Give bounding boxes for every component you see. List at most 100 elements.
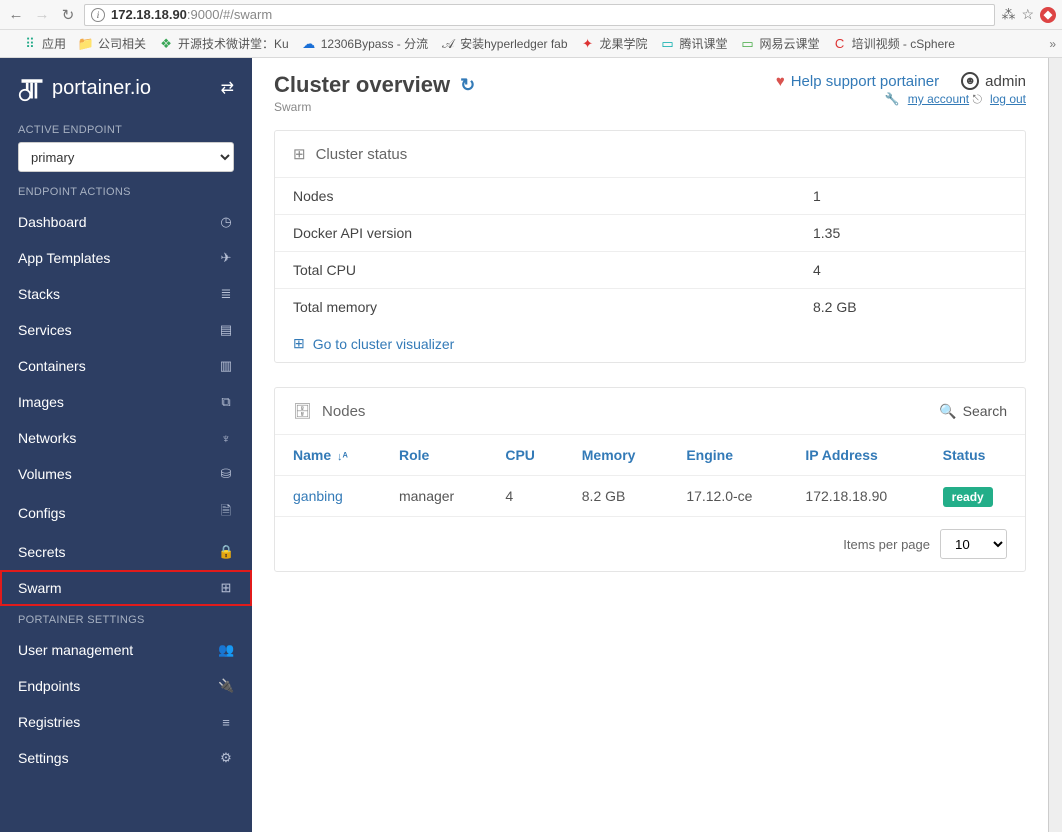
cluster-visualizer-link[interactable]: ⊞ Go to cluster visualizer xyxy=(293,335,1007,352)
forward-button[interactable]: → xyxy=(32,5,52,25)
url-text: 172.18.18.90:9000/#/swarm xyxy=(111,7,272,22)
bookmark-item[interactable]: ▭腾讯课堂 xyxy=(656,33,732,54)
pager-label: Items per page xyxy=(843,537,930,552)
nodes-header: 🗄 Nodes 🔍 Search xyxy=(275,388,1025,435)
translate-icon[interactable]: ⁂ xyxy=(1001,6,1015,23)
brand: portainer.io ⇄ xyxy=(0,64,252,116)
apps-button[interactable] xyxy=(6,42,14,46)
nav-label: Stacks xyxy=(18,286,60,302)
bookmark-item[interactable]: ☁12306Bypass - 分流 xyxy=(297,33,432,54)
nav-icon: 👥 xyxy=(218,642,234,658)
node-name-link[interactable]: ganbing xyxy=(293,488,343,504)
my-account-link[interactable]: my account xyxy=(908,92,969,106)
back-button[interactable]: ← xyxy=(6,5,26,25)
nav-icon: ⧉ xyxy=(218,394,234,410)
sidebar-item-volumes[interactable]: Volumes⛁ xyxy=(0,456,252,492)
bookmark-item[interactable]: ⠿应用 xyxy=(18,33,70,54)
site-info-icon[interactable]: i xyxy=(91,8,105,22)
nav-icon: ✈ xyxy=(218,250,234,266)
bookmark-item[interactable]: ✦龙果学院 xyxy=(576,33,652,54)
page-header: Cluster overview ↻ Swarm ♥ Help support … xyxy=(274,72,1026,114)
bookmark-item[interactable]: ❖开源技术微讲堂：Ku xyxy=(154,33,293,54)
bookmark-item[interactable]: ▭网易云课堂 xyxy=(736,33,824,54)
nav-label: Settings xyxy=(18,750,69,766)
status-key: Total CPU xyxy=(293,262,813,278)
reload-button[interactable]: ↻ xyxy=(58,5,78,25)
cluster-status-panel: ⊞ Cluster status Nodes1Docker API versio… xyxy=(274,130,1026,363)
bookmark-icon: 𝒜 xyxy=(440,36,456,52)
bookmark-label: 培训视频 - cSphere xyxy=(852,35,955,52)
nav-label: Endpoints xyxy=(18,678,80,694)
sidebar-settings-settings[interactable]: Settings ⚙ xyxy=(0,740,252,776)
nav-icon: ⚙ xyxy=(218,750,234,766)
sidebar-item-swarm[interactable]: Swarm⊞ xyxy=(0,570,252,606)
sidebar-item-configs[interactable]: Configs🗎 xyxy=(0,492,252,534)
col-name[interactable]: Name ↓ᴬ xyxy=(275,435,381,476)
col-engine[interactable]: Engine xyxy=(668,435,787,476)
bookmark-icon: ⠿ xyxy=(22,36,38,52)
endpoint-select-wrap: primary xyxy=(18,142,234,172)
bookmark-label: 龙果学院 xyxy=(600,35,648,52)
bookmark-star-icon[interactable]: ☆ xyxy=(1021,6,1034,23)
bookmark-item[interactable]: 𝒜安装hyperledger fab xyxy=(436,33,571,54)
browser-toolbar: ← → ↻ i 172.18.18.90:9000/#/swarm ⁂ ☆ ◆ xyxy=(0,0,1062,30)
bookmark-label: 腾讯课堂 xyxy=(680,35,728,52)
sidebar-item-networks[interactable]: Networks♆ xyxy=(0,420,252,456)
bookmark-label: 公司相关 xyxy=(98,35,146,52)
brand-text: portainer.io xyxy=(52,77,151,100)
nav-label: Services xyxy=(18,322,72,338)
cell-role: manager xyxy=(381,476,487,517)
logout-icon: ⎋ xyxy=(972,92,982,106)
main-content: Cluster overview ↻ Swarm ♥ Help support … xyxy=(252,58,1048,832)
bookmark-icon: ✦ xyxy=(580,36,596,52)
sidebar-item-secrets[interactable]: Secrets🔒 xyxy=(0,534,252,570)
extension-icon[interactable]: ◆ xyxy=(1040,7,1056,23)
bookmark-item[interactable]: C培训视频 - cSphere xyxy=(828,33,959,54)
nav-icon: ▥ xyxy=(218,358,234,374)
status-key: Docker API version xyxy=(293,225,813,241)
status-value: 8.2 GB xyxy=(813,299,857,315)
nav-label: Swarm xyxy=(18,580,62,596)
right-scrollbar-track[interactable] xyxy=(1048,58,1062,832)
col-status[interactable]: Status xyxy=(925,435,1025,476)
cell-memory: 8.2 GB xyxy=(564,476,669,517)
brand-logo[interactable]: portainer.io xyxy=(18,74,151,102)
logout-link[interactable]: log out xyxy=(990,92,1026,106)
bookmark-icon: ☁ xyxy=(301,36,317,52)
col-ip-address[interactable]: IP Address xyxy=(787,435,924,476)
cell-engine: 17.12.0-ce xyxy=(668,476,787,517)
col-cpu[interactable]: CPU xyxy=(487,435,563,476)
sidebar-item-images[interactable]: Images⧉ xyxy=(0,384,252,420)
bookmark-icon: 📁 xyxy=(78,36,94,52)
pager-select[interactable]: 10 xyxy=(940,529,1007,559)
col-role[interactable]: Role xyxy=(381,435,487,476)
address-bar[interactable]: i 172.18.18.90:9000/#/swarm xyxy=(84,4,995,26)
status-key: Total memory xyxy=(293,299,813,315)
endpoint-select[interactable]: primary xyxy=(18,142,234,172)
support-link[interactable]: Help support portainer xyxy=(791,73,939,90)
nodes-search[interactable]: 🔍 Search xyxy=(939,403,1007,420)
bookmarks-overflow[interactable]: » xyxy=(1049,37,1056,51)
sidebar-item-services[interactable]: Services▤ xyxy=(0,312,252,348)
nav-icon: ⛁ xyxy=(218,466,234,482)
status-badge: ready xyxy=(943,487,993,507)
sidebar-item-containers[interactable]: Containers ▥ xyxy=(0,348,252,384)
sidebar-settings-registries[interactable]: Registries≡ xyxy=(0,704,252,740)
sidebar-item-dashboard[interactable]: Dashboard◷ xyxy=(0,204,252,240)
nav-label: App Templates xyxy=(18,250,110,266)
sidebar-settings-endpoints[interactable]: Endpoints 🔌 xyxy=(0,668,252,704)
nav-icon: 🔌 xyxy=(218,678,234,694)
swap-endpoint-icon[interactable]: ⇄ xyxy=(221,78,234,98)
refresh-icon[interactable]: ↻ xyxy=(460,75,475,96)
cell-ip: 172.18.18.90 xyxy=(787,476,924,517)
sidebar-item-stacks[interactable]: Stacks≣ xyxy=(0,276,252,312)
col-memory[interactable]: Memory xyxy=(564,435,669,476)
nav-label: Containers xyxy=(18,358,86,374)
username: admin xyxy=(985,73,1026,90)
bookmark-item[interactable]: 📁公司相关 xyxy=(74,33,150,54)
nav-label: Secrets xyxy=(18,544,65,560)
sidebar-settings-user-management[interactable]: User management👥 xyxy=(0,632,252,668)
bookmarks-bar: ⠿应用📁公司相关❖开源技术微讲堂：Ku☁12306Bypass - 分流𝒜安装h… xyxy=(0,30,1062,58)
sidebar-item-app-templates[interactable]: App Templates ✈ xyxy=(0,240,252,276)
sort-icon: ↓ᴬ xyxy=(337,451,348,463)
